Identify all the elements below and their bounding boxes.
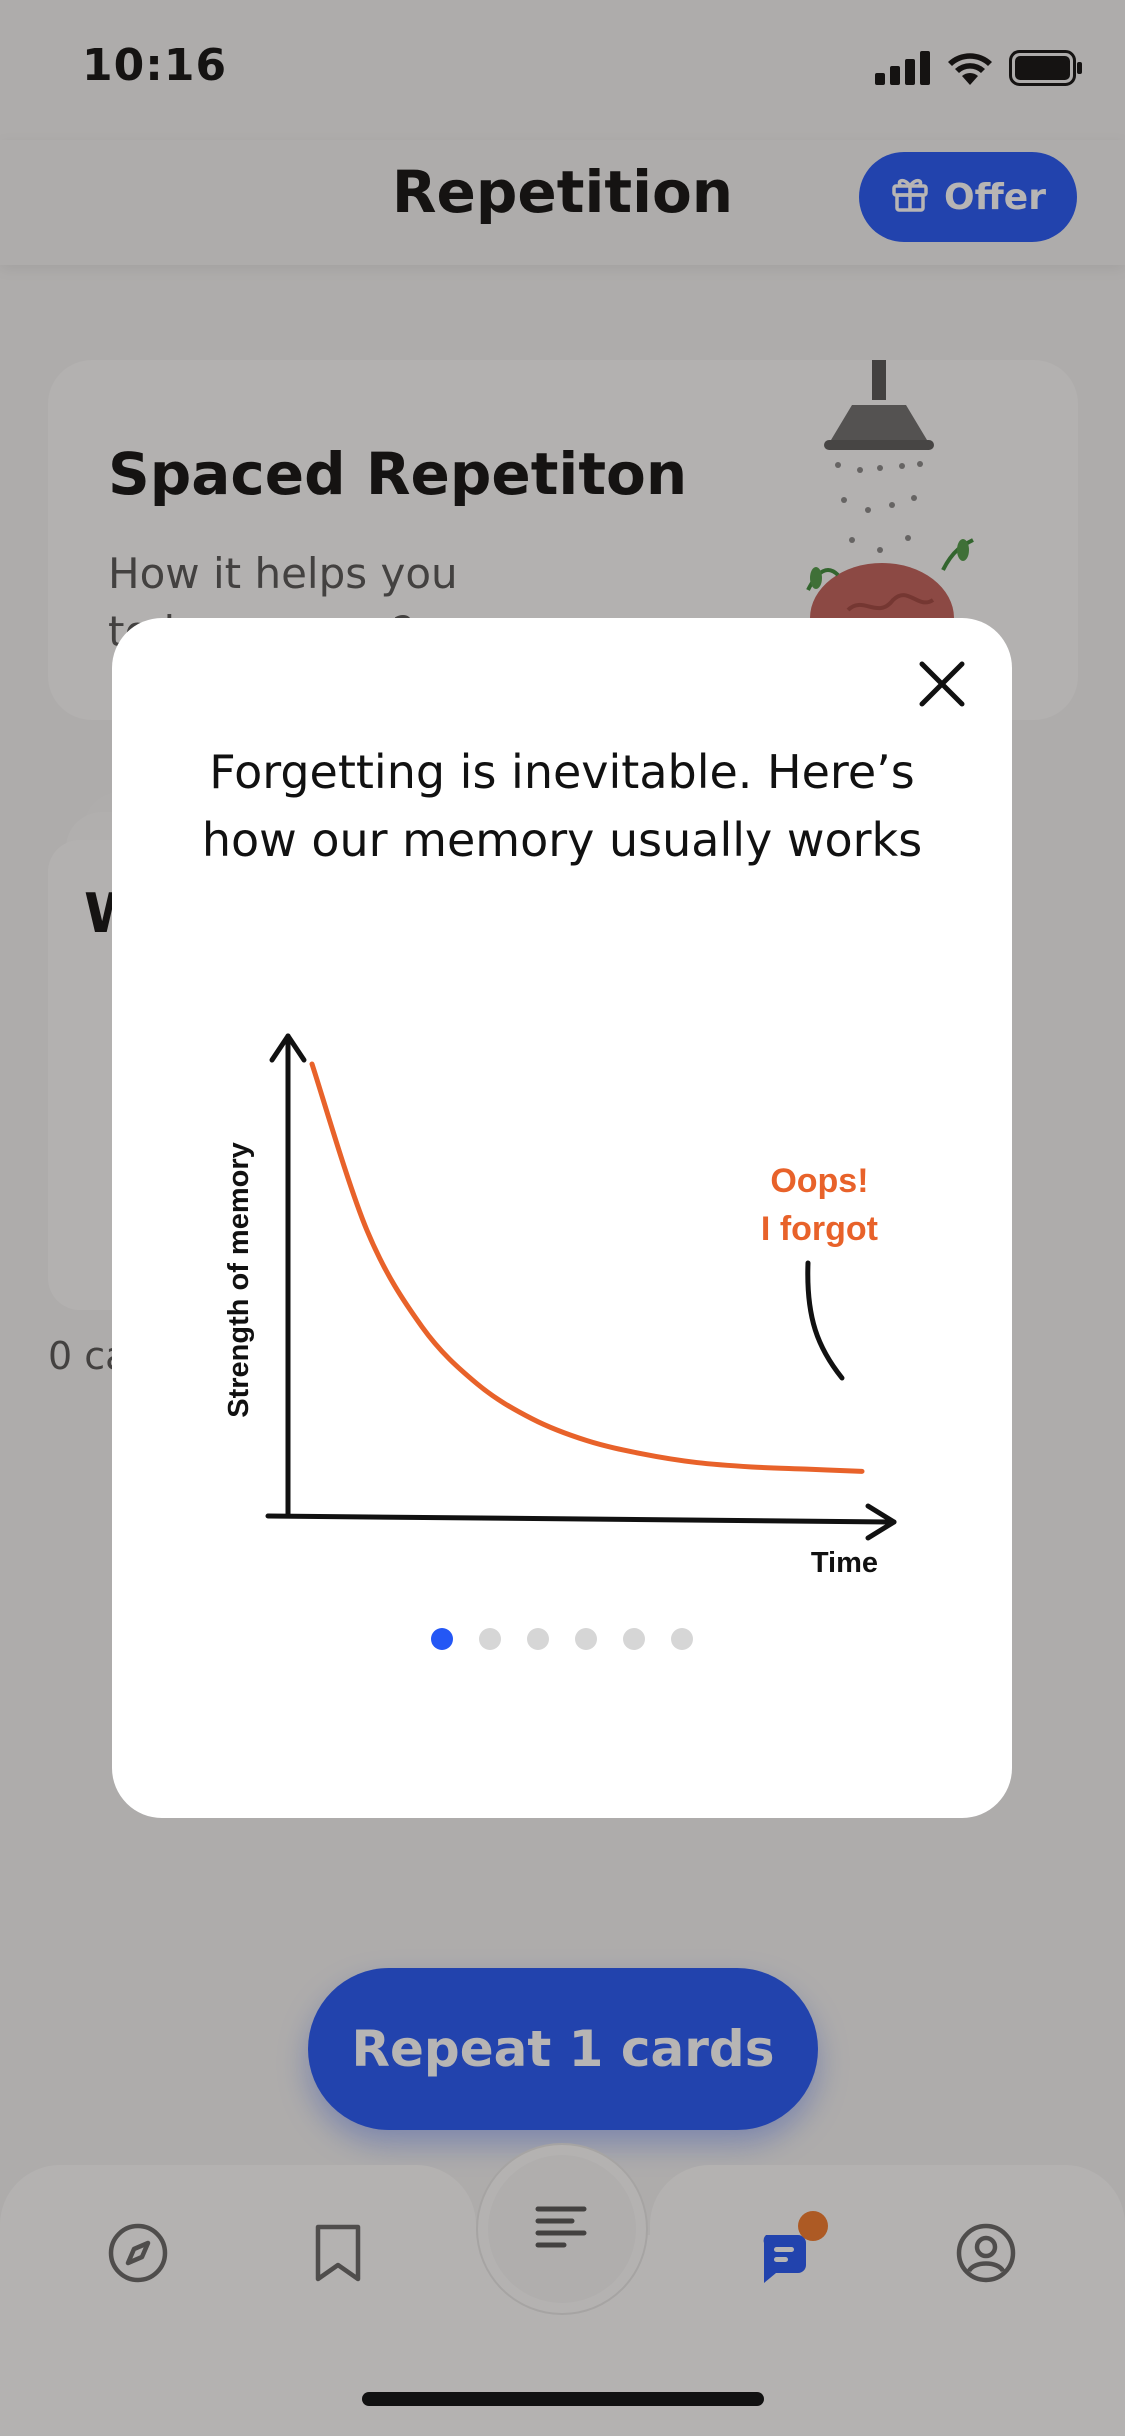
pager-dots (112, 1628, 1012, 1650)
forgetting-curve-line (309, 1061, 865, 1474)
pager-dot[interactable] (431, 1628, 453, 1650)
chart-annotation: Oops! I forgot (761, 1162, 878, 1248)
pager-dot[interactable] (527, 1628, 549, 1650)
pager-dot[interactable] (671, 1628, 693, 1650)
close-button[interactable] (902, 646, 982, 726)
annotation-pointer (805, 1260, 845, 1381)
close-icon (918, 660, 966, 712)
forgetting-curve-chart: Strength of memory Time Oops! I forgot (172, 1018, 952, 1622)
pager-dot[interactable] (623, 1628, 645, 1650)
x-axis (265, 1513, 897, 1525)
y-axis-label: Strength of memory (223, 1142, 255, 1418)
pager-dot[interactable] (575, 1628, 597, 1650)
modal-title: Forgetting is inevitable. Here’s how our… (201, 745, 923, 867)
home-indicator (362, 2392, 764, 2406)
pager-dot[interactable] (479, 1628, 501, 1650)
onboarding-modal: Forgetting is inevitable. Here’s how our… (112, 618, 1012, 1818)
x-axis-label: Time (811, 1547, 878, 1579)
